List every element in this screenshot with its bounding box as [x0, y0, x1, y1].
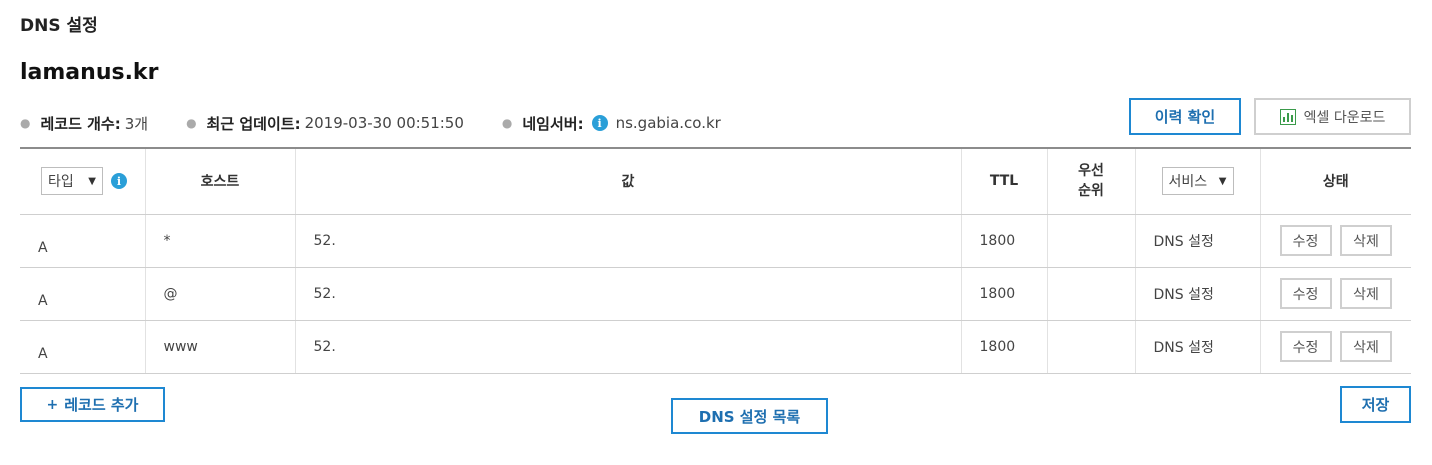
info-row: ● 레코드 개수: 3개 ● 최근 업데이트: 2019-03-30 00:51…: [20, 112, 759, 134]
excel-download-button[interactable]: 엑셀 다운로드: [1254, 98, 1411, 135]
record-actions: 수정 삭제: [1260, 267, 1411, 321]
nameserver-value: ns.gabia.co.kr: [615, 114, 721, 132]
record-count-label: 레코드 개수:: [40, 114, 121, 133]
chevron-down-icon: ▼: [1218, 175, 1227, 187]
record-priority: [1047, 267, 1136, 321]
record-type: A: [20, 320, 146, 374]
service-header: 서비스 ▼: [1135, 147, 1261, 215]
priority-header-line1: 우선: [1078, 163, 1104, 180]
record-priority: [1047, 320, 1136, 374]
excel-chart-icon: [1279, 108, 1296, 125]
history-button[interactable]: 이력 확인: [1129, 98, 1241, 135]
table-row: A * 52. 1800 DNS 설정 수정 삭제: [20, 214, 1411, 268]
updated-label: 최근 업데이트:: [206, 114, 301, 133]
dns-list-button[interactable]: DNS 설정 목록: [671, 398, 828, 434]
plus-icon: +: [46, 396, 59, 413]
table-row: A @ 52. 1800 DNS 설정 수정 삭제: [20, 267, 1411, 321]
record-priority: [1047, 214, 1136, 268]
type-filter-label: 타입: [48, 174, 74, 191]
record-host: www: [145, 320, 296, 374]
edit-button[interactable]: 수정: [1279, 278, 1332, 309]
priority-header-line2: 순위: [1078, 183, 1104, 200]
bullet-icon: ●: [186, 116, 197, 130]
record-value: 52.: [295, 267, 962, 321]
save-button[interactable]: 저장: [1340, 386, 1411, 423]
record-service: DNS 설정: [1135, 214, 1261, 268]
table-header-row: 타입 ▼ i 호스트 값 TTL 우선 순위 서비스 ▼ 상태: [20, 147, 1411, 215]
chevron-down-icon: ▼: [88, 175, 96, 187]
value-header: 값: [295, 147, 962, 215]
priority-header: 우선 순위: [1047, 147, 1136, 215]
bullet-icon: ●: [501, 116, 513, 130]
record-value: 52.: [295, 320, 962, 374]
record-value: 52.: [295, 214, 962, 268]
info-icon[interactable]: i: [111, 173, 127, 190]
bullet-icon: ●: [20, 116, 31, 130]
nameserver-info: ● 네임서버: i ns.gabia.co.kr: [502, 113, 721, 134]
nameserver-label: 네임서버:: [522, 114, 584, 133]
record-ttl: 1800: [961, 320, 1048, 374]
host-header: 호스트: [145, 147, 296, 215]
record-count-info: ● 레코드 개수: 3개: [20, 113, 148, 134]
delete-button[interactable]: 삭제: [1339, 278, 1392, 309]
record-count-value: 3개: [124, 114, 149, 133]
record-service: DNS 설정: [1135, 267, 1261, 321]
delete-button[interactable]: 삭제: [1339, 331, 1392, 362]
delete-button[interactable]: 삭제: [1339, 225, 1392, 256]
service-filter-label: 서비스: [1168, 174, 1208, 191]
excel-download-label: 엑셀 다운로드: [1303, 109, 1386, 126]
dns-records-table: 타입 ▼ i 호스트 값 TTL 우선 순위 서비스 ▼ 상태 A * 52. …: [20, 147, 1411, 374]
table-row: A www 52. 1800 DNS 설정 수정 삭제: [20, 320, 1411, 374]
ttl-header: TTL: [961, 147, 1048, 215]
add-record-label: 레코드 추가: [64, 396, 139, 414]
record-ttl: 1800: [961, 267, 1048, 321]
edit-button[interactable]: 수정: [1279, 225, 1332, 256]
type-filter-select[interactable]: 타입 ▼: [41, 167, 103, 196]
updated-info: ● 최근 업데이트: 2019-03-30 00:51:50: [186, 113, 464, 134]
domain-title: lamanus.kr: [20, 60, 159, 85]
record-actions: 수정 삭제: [1260, 214, 1411, 268]
edit-button[interactable]: 수정: [1279, 331, 1332, 362]
record-type: A: [20, 214, 146, 268]
add-record-button[interactable]: + 레코드 추가: [20, 387, 165, 422]
record-service: DNS 설정: [1135, 320, 1261, 374]
record-host: *: [145, 214, 296, 268]
page-header: DNS 설정: [20, 16, 98, 36]
updated-value: 2019-03-30 00:51:50: [304, 114, 464, 132]
type-header: 타입 ▼ i: [20, 147, 146, 215]
record-ttl: 1800: [961, 214, 1048, 268]
record-host: @: [145, 267, 296, 321]
record-type: A: [20, 267, 146, 321]
info-icon[interactable]: i: [591, 115, 608, 131]
status-header: 상태: [1260, 147, 1411, 215]
record-actions: 수정 삭제: [1260, 320, 1411, 374]
service-filter-select[interactable]: 서비스 ▼: [1161, 167, 1234, 196]
